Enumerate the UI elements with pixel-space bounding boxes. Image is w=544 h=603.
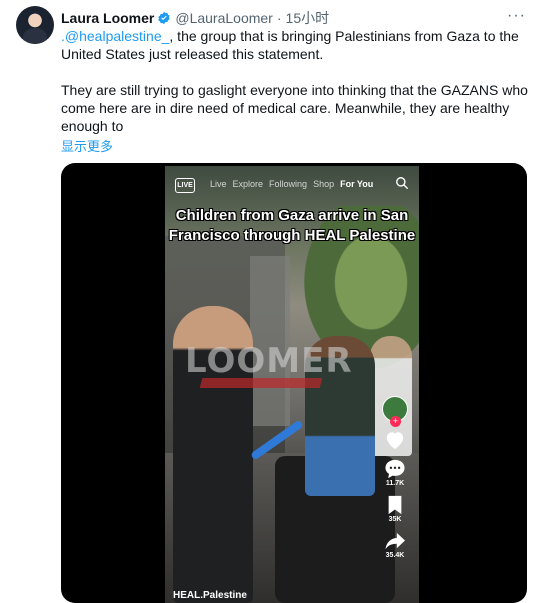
tab-explore[interactable]: Explore: [233, 179, 264, 189]
tweet-text: .@healpalestine_, the group that is brin…: [61, 27, 531, 135]
like-action[interactable]: [381, 430, 409, 451]
comments-count: 11.7K: [385, 480, 405, 487]
tweet-paragraph-1: .@healpalestine_, the group that is brin…: [61, 27, 531, 63]
author-name[interactable]: Laura Loomer: [61, 10, 154, 26]
video-frame[interactable]: LIVE Live Explore Following Shop For You…: [165, 166, 419, 603]
mention-link[interactable]: .@healpalestine_: [61, 28, 169, 44]
comment-icon[interactable]: [384, 459, 406, 479]
separator-dot: ·: [276, 10, 282, 26]
tweet-paragraph-2: They are still trying to gaslight everyo…: [61, 82, 528, 134]
comment-action[interactable]: 11.7K: [381, 459, 409, 487]
video-username[interactable]: HEAL.Palestine: [173, 590, 247, 601]
search-icon[interactable]: [395, 176, 409, 195]
video-top-bar: LIVE Live Explore Following Shop For You: [165, 176, 419, 196]
heart-icon[interactable]: [384, 430, 406, 450]
tab-following[interactable]: Following: [269, 179, 307, 189]
video-nav-tabs: Live Explore Following Shop For You: [210, 179, 373, 189]
tab-shop[interactable]: Shop: [313, 179, 334, 189]
tab-live[interactable]: Live: [210, 179, 227, 189]
share-action[interactable]: 35.4K: [381, 531, 409, 559]
share-icon[interactable]: [384, 531, 406, 551]
creator-avatar-action[interactable]: +: [381, 396, 409, 427]
video-media[interactable]: LIVE Live Explore Following Shop For You…: [61, 163, 527, 603]
author-handle[interactable]: @LauraLoomer: [175, 10, 273, 26]
watermark-underline: [199, 378, 323, 388]
tab-for-you[interactable]: For You: [340, 179, 373, 189]
creator-avatar[interactable]: +: [382, 396, 408, 427]
video-caption: Children from Gaza arrive in San Francis…: [168, 207, 416, 244]
save-action[interactable]: 35K: [381, 495, 409, 523]
shares-count: 35.4K: [385, 552, 405, 559]
more-icon[interactable]: ···: [507, 7, 526, 25]
show-more-link[interactable]: 显示更多: [61, 136, 113, 155]
bookmark-icon[interactable]: [386, 495, 404, 515]
saves-count: 35K: [388, 516, 402, 523]
video-side-actions: + 11.7K 35K 35.4K: [381, 396, 409, 567]
tweet-card[interactable]: Laura Loomer @LauraLoomer · 15小时 ··· .@h…: [0, 0, 544, 603]
live-icon[interactable]: LIVE: [175, 178, 195, 193]
tweet-timestamp[interactable]: 15小时: [286, 8, 330, 28]
watermark-text: LOOMER: [185, 341, 353, 381]
verified-badge-icon[interactable]: [157, 11, 171, 25]
follow-plus-icon[interactable]: +: [390, 416, 401, 427]
tweet-header: Laura Loomer @LauraLoomer · 15小时: [61, 8, 329, 28]
author-avatar[interactable]: [16, 6, 54, 44]
